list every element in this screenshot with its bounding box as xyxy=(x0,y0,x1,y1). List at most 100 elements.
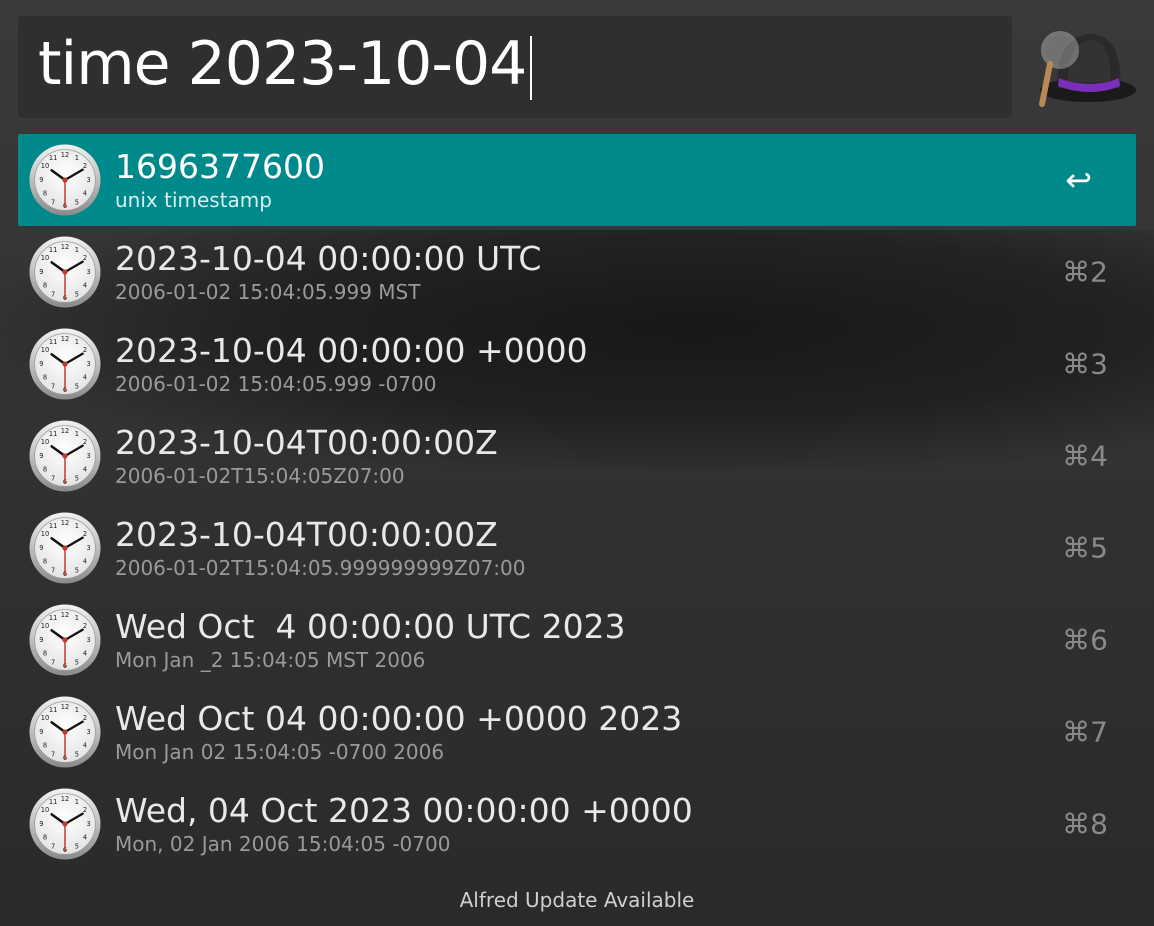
svg-text:8: 8 xyxy=(43,650,47,658)
svg-text:3: 3 xyxy=(87,268,91,276)
svg-text:3: 3 xyxy=(87,452,91,460)
result-texts: Wed Oct 04 00:00:00 +0000 2023 Mon Jan 0… xyxy=(115,699,682,765)
result-row[interactable]: 12 1 2 3 4 5 6 7 8 9 10 11 2023-10-04 00… xyxy=(18,318,1136,410)
svg-text:12: 12 xyxy=(61,335,69,343)
svg-text:3: 3 xyxy=(87,360,91,368)
svg-text:10: 10 xyxy=(41,254,49,262)
svg-text:5: 5 xyxy=(75,750,79,758)
svg-text:3: 3 xyxy=(87,728,91,736)
update-notice[interactable]: Alfred Update Available xyxy=(0,888,1154,912)
svg-text:5: 5 xyxy=(75,658,79,666)
result-shortcut: ⌘7 xyxy=(1062,715,1108,749)
svg-text:1: 1 xyxy=(75,430,79,438)
svg-text:9: 9 xyxy=(39,728,43,736)
result-subtitle: 2006-01-02 15:04:05.999 -0700 xyxy=(115,372,437,396)
svg-text:3: 3 xyxy=(87,636,91,644)
svg-text:5: 5 xyxy=(75,382,79,390)
svg-text:12: 12 xyxy=(61,611,69,619)
svg-text:8: 8 xyxy=(43,374,47,382)
result-title: 2023-10-04 00:00:00 UTC xyxy=(115,239,542,278)
result-subtitle: 2006-01-02T15:04:05.999999999Z07:00 xyxy=(115,556,526,580)
search-bar[interactable]: time 2023-10-04 xyxy=(18,16,1012,118)
result-title: 1696377600 xyxy=(115,147,325,186)
svg-text:11: 11 xyxy=(49,798,57,806)
svg-text:4: 4 xyxy=(83,282,87,290)
svg-text:7: 7 xyxy=(51,198,55,206)
svg-text:4: 4 xyxy=(83,650,87,658)
result-row[interactable]: 12 1 2 3 4 5 6 7 8 9 10 11 Wed Oct 4 00:… xyxy=(18,594,1136,686)
svg-text:10: 10 xyxy=(41,162,49,170)
alfred-window: time 2023-10-04 12 1 2 3 4 5 7 8 9 10 11… xyxy=(0,0,1154,926)
result-subtitle: 2006-01-02T15:04:05Z07:00 xyxy=(115,464,405,488)
svg-text:4: 4 xyxy=(83,558,87,566)
svg-text:9: 9 xyxy=(39,636,43,644)
clock-icon: 12 1 2 3 4 5 6 7 8 9 10 11 xyxy=(29,696,101,768)
svg-text:7: 7 xyxy=(51,842,55,850)
svg-text:9: 9 xyxy=(39,176,43,184)
svg-text:3: 3 xyxy=(87,544,91,552)
svg-text:8: 8 xyxy=(43,190,47,198)
svg-text:7: 7 xyxy=(51,750,55,758)
svg-text:1: 1 xyxy=(75,522,79,530)
svg-text:12: 12 xyxy=(61,795,69,803)
svg-text:7: 7 xyxy=(51,474,55,482)
result-texts: 2023-10-04T00:00:00Z 2006-01-02T15:04:05… xyxy=(115,423,498,489)
svg-text:12: 12 xyxy=(61,427,69,435)
svg-text:12: 12 xyxy=(61,519,69,527)
result-title: Wed Oct 04 00:00:00 +0000 2023 xyxy=(115,699,683,738)
search-input[interactable]: time 2023-10-04 xyxy=(38,34,533,100)
result-row[interactable]: 12 1 2 3 4 5 6 7 8 9 10 11 1696377600 un… xyxy=(18,134,1136,226)
svg-text:5: 5 xyxy=(75,566,79,574)
svg-text:9: 9 xyxy=(39,452,43,460)
result-subtitle: Mon Jan _2 15:04:05 MST 2006 xyxy=(115,648,426,672)
svg-text:8: 8 xyxy=(43,834,47,842)
svg-text:1: 1 xyxy=(75,614,79,622)
svg-text:11: 11 xyxy=(49,154,57,162)
svg-text:10: 10 xyxy=(41,438,49,446)
result-shortcut: ⌘2 xyxy=(1062,255,1108,289)
svg-text:5: 5 xyxy=(75,842,79,850)
result-shortcut: ⌘4 xyxy=(1062,439,1108,473)
svg-text:7: 7 xyxy=(51,290,55,298)
result-shortcut: ↩ xyxy=(1065,161,1092,199)
result-row[interactable]: 12 1 2 3 4 5 6 7 8 9 10 11 Wed Oct 04 00… xyxy=(18,686,1136,778)
result-texts: Wed, 04 Oct 2023 00:00:00 +0000 Mon, 02 … xyxy=(115,791,693,857)
clock-icon: 12 1 2 3 4 5 6 7 8 9 10 11 xyxy=(29,236,101,308)
alfred-hat-icon[interactable] xyxy=(1028,22,1138,112)
svg-text:4: 4 xyxy=(83,190,87,198)
svg-text:10: 10 xyxy=(41,346,49,354)
clock-icon: 12 1 2 3 4 5 6 7 8 9 10 11 xyxy=(29,788,101,860)
svg-text:12: 12 xyxy=(61,151,69,159)
result-shortcut: ⌘6 xyxy=(1062,623,1108,657)
result-subtitle: 2006-01-02 15:04:05.999 MST xyxy=(115,280,421,304)
svg-text:9: 9 xyxy=(39,544,43,552)
result-row[interactable]: 12 1 2 3 4 5 6 7 8 9 10 11 2023-10-04T00… xyxy=(18,410,1136,502)
svg-text:7: 7 xyxy=(51,382,55,390)
svg-text:5: 5 xyxy=(75,198,79,206)
svg-text:5: 5 xyxy=(75,474,79,482)
result-subtitle: Mon Jan 02 15:04:05 -0700 2006 xyxy=(115,740,445,764)
svg-text:9: 9 xyxy=(39,820,43,828)
result-row[interactable]: 12 1 2 3 4 5 6 7 8 9 10 11 2023-10-04T00… xyxy=(18,502,1136,594)
svg-text:8: 8 xyxy=(43,742,47,750)
svg-text:8: 8 xyxy=(43,282,47,290)
result-subtitle: Mon, 02 Jan 2006 15:04:05 -0700 xyxy=(115,832,451,856)
svg-text:10: 10 xyxy=(41,714,49,722)
result-row[interactable]: 12 1 2 3 4 5 6 7 8 9 10 11 Wed, 04 Oct 2… xyxy=(18,778,1136,870)
svg-text:11: 11 xyxy=(49,430,57,438)
result-texts: 1696377600 unix timestamp xyxy=(115,147,325,213)
result-shortcut: ⌘3 xyxy=(1062,347,1108,381)
text-caret xyxy=(530,35,533,100)
result-shortcut: ⌘5 xyxy=(1062,531,1108,565)
result-title: 2023-10-04T00:00:00Z xyxy=(115,423,498,462)
result-title: 2023-10-04 00:00:00 +0000 xyxy=(115,331,588,370)
svg-text:10: 10 xyxy=(41,530,49,538)
svg-text:1: 1 xyxy=(75,246,79,254)
svg-text:1: 1 xyxy=(75,706,79,714)
svg-text:4: 4 xyxy=(83,834,87,842)
result-row[interactable]: 12 1 2 3 4 5 6 7 8 9 10 11 2023-10-04 00… xyxy=(18,226,1136,318)
svg-text:11: 11 xyxy=(49,246,57,254)
svg-text:3: 3 xyxy=(87,176,91,184)
search-query: time 2023-10-04 xyxy=(38,29,527,100)
svg-text:4: 4 xyxy=(83,742,87,750)
